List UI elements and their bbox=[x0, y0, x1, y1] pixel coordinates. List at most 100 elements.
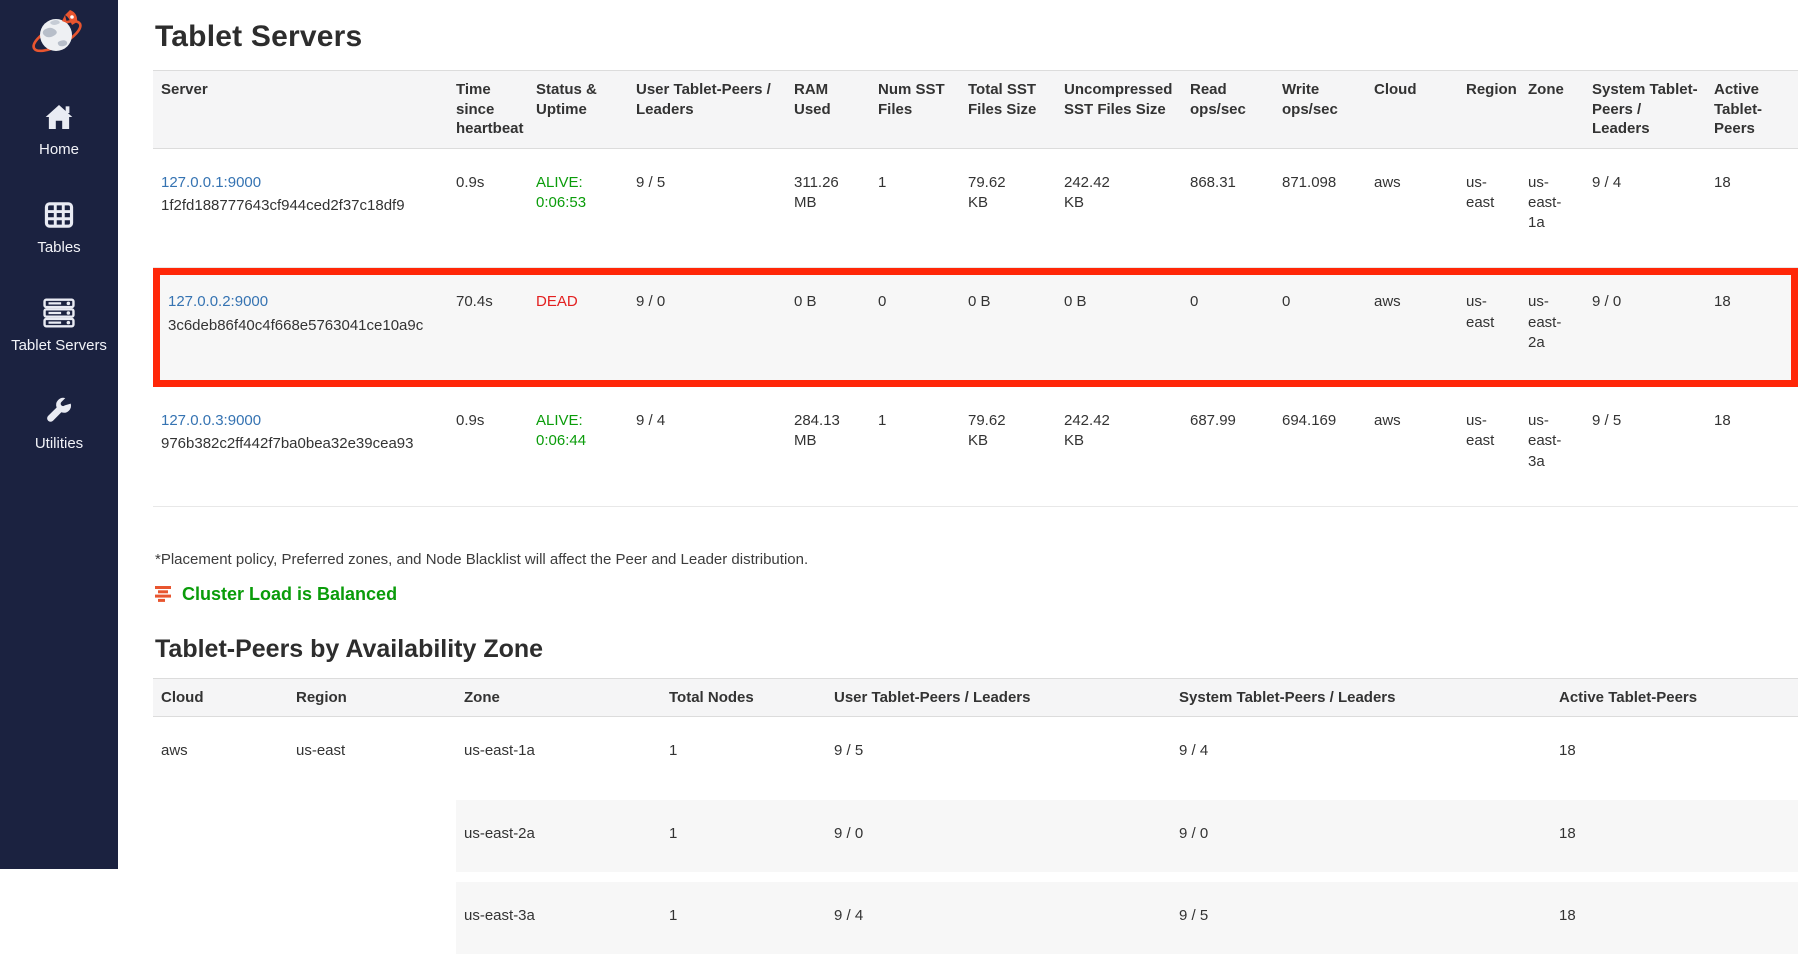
write-ops-cell: 694.169 bbox=[1274, 387, 1366, 507]
server-uuid: 3c6deb86f40c4f668e5763041ce10a9c bbox=[168, 316, 440, 336]
column-header: Active Tablet-Peers bbox=[1706, 70, 1798, 149]
column-header: Active Tablet-Peers bbox=[1551, 678, 1798, 718]
zone-cell: us-east-2a bbox=[1520, 268, 1584, 387]
ram-used-cell: 0 B bbox=[786, 268, 870, 387]
active-peers-cell: 18 bbox=[1551, 872, 1798, 954]
total-sst-cell: 79.62KB bbox=[960, 149, 1056, 269]
total-nodes-cell: 1 bbox=[661, 717, 826, 789]
zone-cell: us-east-3a bbox=[456, 872, 661, 954]
heartbeat-cell: 0.9s bbox=[448, 149, 528, 269]
sidebar-item-home[interactable]: Home bbox=[0, 100, 118, 158]
read-ops-cell: 0 bbox=[1182, 268, 1274, 387]
sidebar-item-label: Tablet Servers bbox=[11, 337, 107, 354]
column-header: Region bbox=[288, 678, 456, 718]
server-cell: 127.0.0.1:9000 1f2fd188777643cf944ced2f3… bbox=[153, 149, 448, 269]
uptime-value: 0:06:53 bbox=[536, 193, 620, 213]
uptime-value: 0:06:44 bbox=[536, 431, 620, 451]
num-sst-cell: 0 bbox=[870, 268, 960, 387]
server-uuid: 976b382c2ff442f7ba0bea32e39cea93 bbox=[161, 434, 440, 454]
read-ops-cell: 687.99 bbox=[1182, 387, 1274, 507]
home-icon bbox=[43, 100, 75, 134]
column-header: User Tablet-Peers / Leaders bbox=[628, 70, 786, 149]
column-header: Cloud bbox=[153, 678, 288, 718]
uncompressed-sst-cell: 0 B bbox=[1056, 268, 1182, 387]
system-peers-cell: 9 / 0 bbox=[1584, 268, 1706, 387]
sidebar-item-utilities[interactable]: Utilities bbox=[0, 394, 118, 452]
region-cell: us-east bbox=[1458, 268, 1520, 387]
column-header: Total Nodes bbox=[661, 678, 826, 718]
server-link[interactable]: 127.0.0.1:9000 bbox=[161, 174, 261, 191]
cloud-cell: aws bbox=[1366, 387, 1458, 507]
sidebar-item-label: Tables bbox=[37, 239, 80, 256]
heartbeat-cell: 70.4s bbox=[448, 268, 528, 387]
column-header: RAM Used bbox=[786, 70, 870, 149]
sidebar-item-tables[interactable]: Tables bbox=[0, 198, 118, 256]
column-header: Num SST Files bbox=[870, 70, 960, 149]
total-nodes-cell: 1 bbox=[661, 790, 826, 872]
tablet-servers-icon bbox=[42, 296, 76, 330]
total-sst-cell: 79.62KB bbox=[960, 387, 1056, 507]
region-cell: us-east bbox=[1458, 149, 1520, 269]
total-nodes-cell: 1 bbox=[661, 872, 826, 954]
active-peers-cell: 18 bbox=[1551, 790, 1798, 872]
status-cell: ALIVE: 0:06:53 bbox=[528, 149, 628, 269]
active-peers-cell: 18 bbox=[1706, 268, 1798, 387]
server-cell: 127.0.0.2:9000 3c6deb86f40c4f668e5763041… bbox=[153, 268, 448, 387]
system-peers-cell: 9 / 0 bbox=[1171, 790, 1551, 872]
write-ops-cell: 871.098 bbox=[1274, 149, 1366, 269]
yugabyte-logo[interactable] bbox=[30, 8, 88, 58]
status-cell: DEAD bbox=[528, 268, 628, 387]
column-header: Time since heartbeat bbox=[448, 70, 528, 149]
column-header: Read ops/sec bbox=[1182, 70, 1274, 149]
status-label: ALIVE: bbox=[536, 412, 583, 429]
read-ops-cell: 868.31 bbox=[1182, 149, 1274, 269]
active-peers-cell: 18 bbox=[1706, 149, 1798, 269]
cluster-load-icon bbox=[155, 586, 173, 602]
table-row-highlighted: 127.0.0.2:9000 3c6deb86f40c4f668e5763041… bbox=[153, 268, 1798, 387]
zone-row: aws us-east us-east-1a 1 9 / 5 9 / 4 18 bbox=[153, 717, 1798, 789]
server-uuid: 1f2fd188777643cf944ced2f37c18df9 bbox=[161, 196, 440, 216]
cloud-cell: aws bbox=[1366, 268, 1458, 387]
ram-used-cell: 311.26MB bbox=[786, 149, 870, 269]
status-cell: ALIVE: 0:06:44 bbox=[528, 387, 628, 507]
total-sst-cell: 0 B bbox=[960, 268, 1056, 387]
column-header: Zone bbox=[456, 678, 661, 718]
table-row: 127.0.0.1:9000 1f2fd188777643cf944ced2f3… bbox=[153, 149, 1798, 269]
uncompressed-sst-cell: 242.42KB bbox=[1056, 149, 1182, 269]
write-ops-cell: 0 bbox=[1274, 268, 1366, 387]
table-row: 127.0.0.3:9000 976b382c2ff442f7ba0bea32e… bbox=[153, 387, 1798, 507]
system-peers-cell: 9 / 4 bbox=[1171, 717, 1551, 789]
active-peers-cell: 18 bbox=[1706, 387, 1798, 507]
server-link[interactable]: 127.0.0.2:9000 bbox=[168, 293, 268, 310]
sidebar-item-tablet-servers[interactable]: Tablet Servers bbox=[0, 296, 118, 354]
system-peers-cell: 9 / 5 bbox=[1584, 387, 1706, 507]
server-link[interactable]: 127.0.0.3:9000 bbox=[161, 412, 261, 429]
column-header: Server bbox=[153, 70, 448, 149]
zone-cell: us-east-3a bbox=[1520, 387, 1584, 507]
sidebar: Home Tables bbox=[0, 0, 118, 869]
zone-cell: us-east-1a bbox=[1520, 149, 1584, 269]
status-label: DEAD bbox=[536, 293, 578, 310]
sidebar-item-label: Utilities bbox=[35, 435, 83, 452]
region-cell: us-east bbox=[1458, 387, 1520, 507]
column-header: Status & Uptime bbox=[528, 70, 628, 149]
sidebar-item-label: Home bbox=[39, 141, 79, 158]
zone-cell: us-east-1a bbox=[456, 717, 661, 789]
column-header: User Tablet-Peers / Leaders bbox=[826, 678, 1171, 718]
column-header: Cloud bbox=[1366, 70, 1458, 149]
tablet-servers-table: Server Time since heartbeat Status & Upt… bbox=[153, 70, 1798, 507]
system-peers-cell: 9 / 4 bbox=[1584, 149, 1706, 269]
status-label: ALIVE: bbox=[536, 174, 583, 191]
cluster-load-label: Cluster Load is Balanced bbox=[182, 584, 397, 605]
placement-note: *Placement policy, Preferred zones, and … bbox=[155, 551, 1805, 568]
region-cell: us-east bbox=[288, 717, 456, 954]
system-peers-cell: 9 / 5 bbox=[1171, 872, 1551, 954]
column-header: System Tablet-Peers / Leaders bbox=[1584, 70, 1706, 149]
num-sst-cell: 1 bbox=[870, 387, 960, 507]
user-peers-cell: 9 / 0 bbox=[826, 790, 1171, 872]
utilities-icon bbox=[44, 394, 74, 428]
column-header: Total SST Files Size bbox=[960, 70, 1056, 149]
column-header: Region bbox=[1458, 70, 1520, 149]
cloud-cell: aws bbox=[1366, 149, 1458, 269]
page-title: Tablet Servers bbox=[155, 20, 1805, 54]
